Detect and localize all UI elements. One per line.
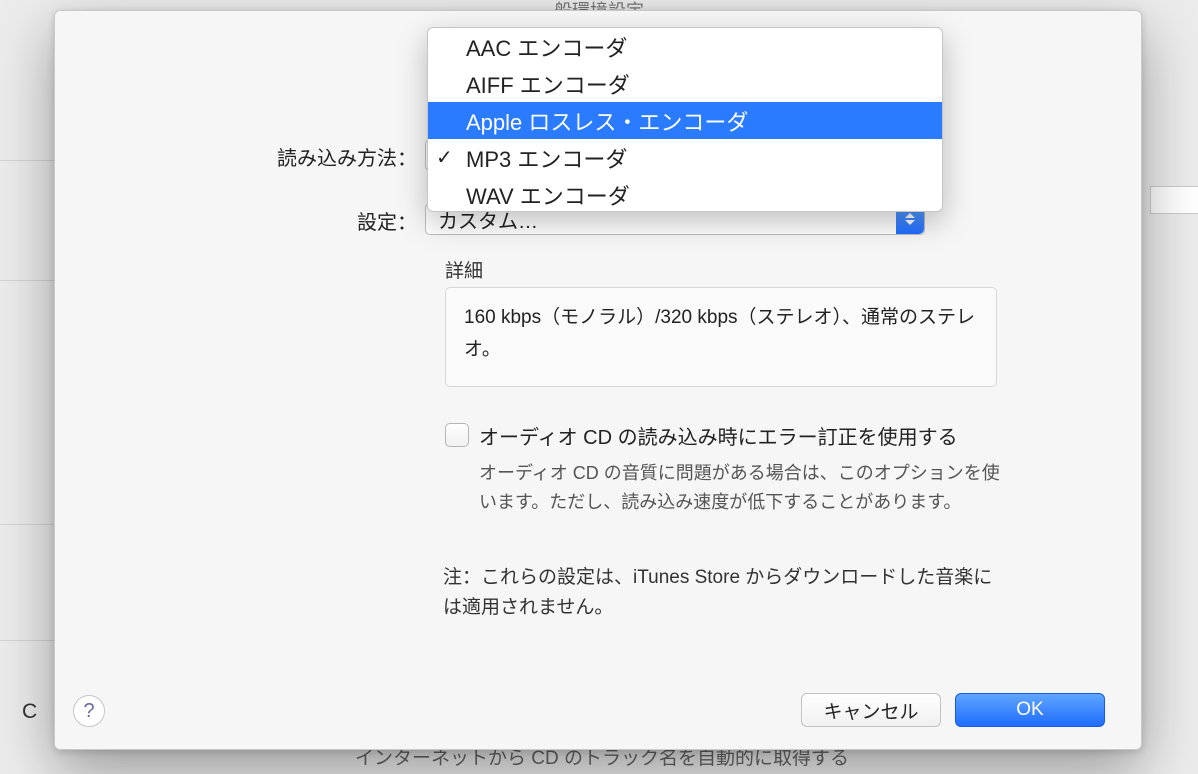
ok-button[interactable]: OK: [955, 693, 1105, 727]
error-correction-label: オーディオ CD の読み込み時にエラー訂正を使用する: [479, 421, 958, 450]
bg-separator: [0, 280, 55, 281]
import-settings-dialog: 読み込み方法： MP3 エンコーダ 設定： カスタム… 詳細 160 kbps（…: [54, 10, 1142, 750]
details-heading: 詳細: [445, 256, 483, 283]
cancel-button[interactable]: キャンセル: [801, 693, 941, 727]
checkmark-icon: ✓: [436, 145, 453, 170]
help-button[interactable]: ?: [73, 695, 105, 727]
bg-field: [1150, 186, 1198, 214]
encoder-option[interactable]: Apple ロスレス・エンコーダ: [428, 102, 942, 139]
error-correction-hint: オーディオ CD の音質に問題がある場合は、このオプションを使います。ただし、読…: [479, 459, 1005, 517]
itunes-store-note: 注：これらの設定は、iTunes Store からダウンロードした音楽には適用さ…: [443, 563, 999, 624]
encoder-option[interactable]: AIFF エンコーダ: [428, 65, 942, 102]
settings-label: 設定：: [55, 203, 425, 235]
encoder-option-label: WAV エンコーダ: [466, 179, 630, 211]
details-text: 160 kbps（モノラル）/320 kbps（ステレオ）、通常のステレオ。: [445, 287, 997, 387]
import-using-label: 読み込み方法：: [55, 139, 425, 171]
encoder-option-label: MP3 エンコーダ: [466, 142, 627, 174]
encoder-option-label: Apple ロスレス・エンコーダ: [466, 105, 748, 137]
bg-text: C: [22, 700, 37, 724]
error-correction-row: オーディオ CD の読み込み時にエラー訂正を使用する: [445, 421, 1005, 450]
encoder-option-label: AAC エンコーダ: [466, 31, 627, 63]
encoder-option[interactable]: ✓ MP3 エンコーダ: [428, 139, 942, 176]
error-correction-checkbox[interactable]: [445, 423, 469, 447]
bg-separator: [0, 160, 55, 161]
bg-separator: [0, 524, 55, 525]
encoder-option-label: AIFF エンコーダ: [466, 68, 630, 100]
encoder-dropdown-menu: AAC エンコーダ AIFF エンコーダ Apple ロスレス・エンコーダ ✓ MP3 …: [427, 27, 943, 212]
encoder-option[interactable]: WAV エンコーダ: [428, 176, 942, 212]
bg-separator: [0, 640, 55, 641]
encoder-option[interactable]: AAC エンコーダ: [428, 28, 942, 65]
